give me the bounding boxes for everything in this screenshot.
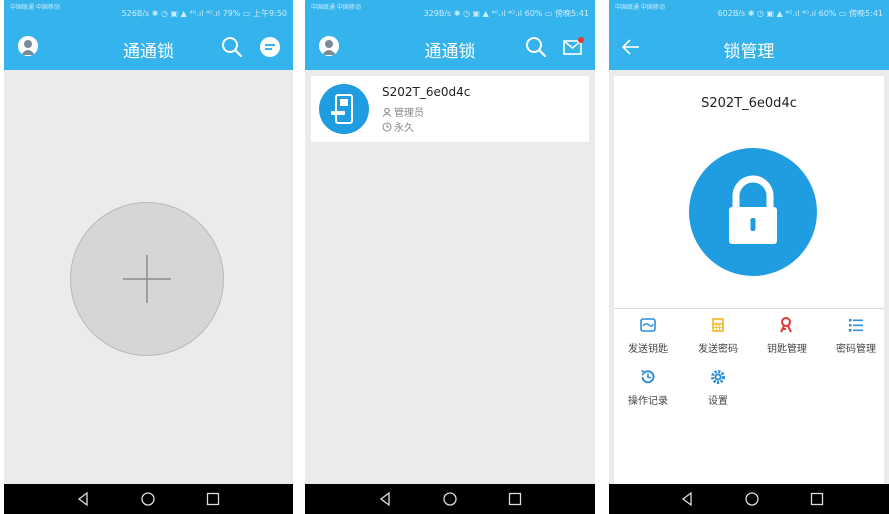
mail-icon[interactable] [561,35,585,59]
action-send-key[interactable]: 发送钥匙 [617,316,679,355]
user-icon [382,107,392,117]
action-label: 设置 [708,396,728,407]
lock-validity: 永久 [382,119,414,134]
back-icon[interactable] [377,491,393,507]
divider [614,308,884,309]
lock-management-screen: 中国联通 中国移动 602B/s ✱ ◷ ▣ ▲ ⁴ᴳ.ıl ⁴ᴳ.ıl 60%… [609,0,889,514]
password-management-icon [849,319,863,332]
plus-icon [123,255,171,303]
lock-detail-panel: S202T_6e0d4c 发送钥匙 发送密码 钥匙管理 密码管理 操作记录 设置 [614,76,884,484]
action-operation-history[interactable]: 操作记录 [617,368,679,407]
system-nav-bar [4,484,293,514]
home-icon[interactable] [442,491,458,507]
status-info: 602B/s ✱ ◷ ▣ ▲ ⁴ᴳ.ıl ⁴ᴳ.ıl 60% ▭ 傍晚5:41 [717,9,883,18]
lock-name: S202T_6e0d4c [382,85,471,99]
history-icon [641,369,655,384]
key-management-icon [780,317,792,333]
message-icon[interactable] [258,35,282,59]
recent-apps-icon[interactable] [507,491,523,507]
action-label: 钥匙管理 [767,344,807,355]
action-label: 操作记录 [628,396,668,407]
status-info: 526B/s ✱ ◷ ▣ ▲ ⁴ᴳ.ıl ⁴ᴳ.ıl 79% ▭ 上午9:50 [121,9,287,18]
recent-apps-icon[interactable] [809,491,825,507]
lock-role: 管理员 [382,104,424,119]
lock-name: S202T_6e0d4c [701,96,797,111]
home-screen-lock-list: 中国联通 中国移动 329B/s ✱ ◷ ▣ ▲ ⁴ᴳ.ıl ⁴ᴳ.ıl 60%… [305,0,595,514]
system-nav-bar [609,484,889,514]
settings-icon [711,370,725,384]
recent-apps-icon[interactable] [205,491,221,507]
app-bar: 通通锁 [305,24,595,70]
page-title: 通通锁 [123,42,174,62]
carrier-text: 中国联通 中国移动 [10,4,60,11]
home-icon[interactable] [744,491,760,507]
action-label: 发送密码 [698,344,738,355]
clock-icon [382,122,392,132]
home-icon[interactable] [140,491,156,507]
status-bar: 中国联通 中国移动 602B/s ✱ ◷ ▣ ▲ ⁴ᴳ.ıl ⁴ᴳ.ıl 60%… [609,0,889,24]
status-info: 329B/s ✱ ◷ ▣ ▲ ⁴ᴳ.ıl ⁴ᴳ.ıl 60% ▭ 傍晚5:41 [423,9,589,18]
lock-list-item[interactable]: S202T_6e0d4c 管理员 永久 [311,76,589,142]
page-title: 通通锁 [424,42,476,62]
page-title: 锁管理 [723,42,775,62]
app-bar: 通通锁 [4,24,293,70]
carrier-text: 中国联通 中国移动 [615,4,665,11]
status-bar: 中国联通 中国移动 526B/s ✱ ◷ ▣ ▲ ⁴ᴳ.ıl ⁴ᴳ.ıl 79%… [4,0,293,24]
search-icon[interactable] [524,35,548,59]
status-bar: 中国联通 中国移动 329B/s ✱ ◷ ▣ ▲ ⁴ᴳ.ıl ⁴ᴳ.ıl 60%… [305,0,595,24]
action-label: 密码管理 [836,344,876,355]
padlock-icon [729,175,777,244]
action-key-management[interactable]: 钥匙管理 [756,316,818,355]
lock-device-icon [319,84,369,134]
search-icon[interactable] [220,35,244,59]
action-password-management[interactable]: 密码管理 [825,316,887,355]
send-key-icon [640,318,656,332]
unlock-button[interactable] [689,148,817,276]
action-send-password[interactable]: 发送密码 [687,316,749,355]
notification-badge [578,37,584,43]
action-settings[interactable]: 设置 [687,368,749,407]
action-label: 发送钥匙 [628,344,668,355]
back-icon[interactable] [679,491,695,507]
back-icon[interactable] [75,491,91,507]
carrier-text: 中国联通 中国移动 [311,4,361,11]
home-screen-empty: 中国联通 中国移动 526B/s ✱ ◷ ▣ ▲ ⁴ᴳ.ıl ⁴ᴳ.ıl 79%… [4,0,293,514]
validity-text: 永久 [394,123,414,134]
send-password-icon [712,318,724,332]
app-bar: 锁管理 [609,24,889,70]
role-text: 管理员 [394,108,424,119]
add-lock-button[interactable] [70,202,224,356]
system-nav-bar [305,484,595,514]
